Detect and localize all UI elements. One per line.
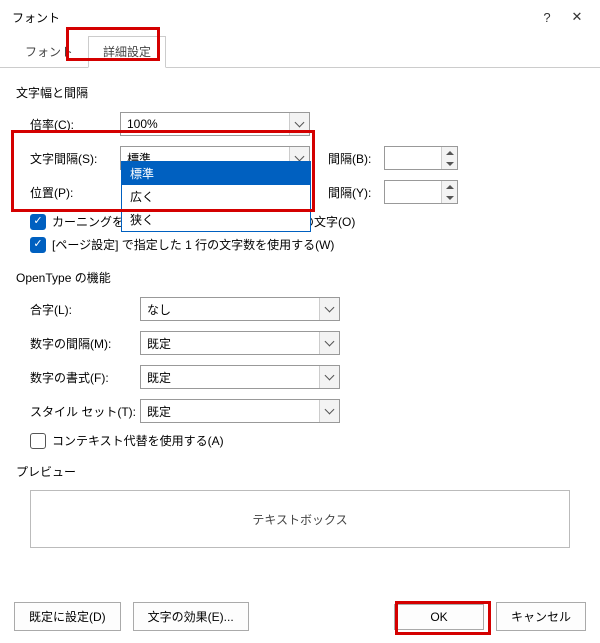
by1-input[interactable]: [385, 149, 441, 167]
ligatures-input[interactable]: [141, 300, 319, 318]
by2-label: 間隔(Y):: [328, 184, 384, 201]
spacing-label: 文字間隔(S):: [30, 150, 120, 167]
ligatures-combo[interactable]: [140, 297, 340, 321]
by2-down[interactable]: [442, 192, 457, 203]
cancel-button[interactable]: キャンセル: [496, 602, 586, 631]
chevron-down-icon: [295, 152, 305, 162]
tab-font[interactable]: フォント: [10, 36, 88, 67]
styleset-dropdown-button[interactable]: [319, 400, 339, 422]
ok-button[interactable]: OK: [394, 604, 484, 630]
by2-up[interactable]: [442, 181, 457, 192]
numspacing-input[interactable]: [141, 334, 319, 352]
by1-up[interactable]: [442, 147, 457, 158]
by2-input[interactable]: [385, 183, 441, 201]
contextual-label: コンテキスト代替を使用する(A): [52, 432, 224, 449]
preview-sample: テキストボックス: [252, 511, 347, 528]
grid-label: [ページ設定] で指定した 1 行の文字数を使用する(W): [52, 236, 334, 253]
contextual-checkbox[interactable]: [30, 433, 46, 449]
spacing-option-condensed[interactable]: 狭く: [122, 208, 310, 231]
numform-label: 数字の書式(F):: [30, 369, 140, 386]
help-button[interactable]: ?: [532, 10, 562, 25]
chevron-down-icon: [446, 162, 454, 166]
section-char-spacing-title: 文字幅と間隔: [16, 84, 584, 101]
numspacing-label: 数字の間隔(M):: [30, 335, 140, 352]
styleset-input[interactable]: [141, 402, 319, 420]
titlebar: フォント ? ✕: [0, 0, 600, 30]
scale-dropdown-button[interactable]: [289, 113, 309, 135]
by2-spin[interactable]: [384, 180, 458, 204]
chevron-down-icon: [446, 196, 454, 200]
scale-combo[interactable]: [120, 112, 310, 136]
dialog-title: フォント: [12, 9, 532, 26]
text-effects-button[interactable]: 文字の効果(E)...: [133, 602, 249, 631]
content-area: 文字幅と間隔 倍率(C): 文字間隔(S): 間隔(B): 位置(P): 間隔(…: [0, 68, 600, 562]
numform-input[interactable]: [141, 368, 319, 386]
tab-advanced[interactable]: 詳細設定: [88, 36, 166, 68]
by1-down[interactable]: [442, 158, 457, 169]
kerning-checkbox[interactable]: [30, 214, 46, 230]
ligatures-label: 合字(L):: [30, 301, 140, 318]
by1-label: 間隔(B):: [328, 150, 384, 167]
numspacing-dropdown-button[interactable]: [319, 332, 339, 354]
scale-input[interactable]: [121, 115, 289, 133]
chevron-down-icon: [295, 118, 305, 128]
chevron-up-icon: [446, 151, 454, 155]
spacing-dropdown-list[interactable]: 標準 広く 狭く: [121, 161, 311, 232]
set-default-button[interactable]: 既定に設定(D): [14, 602, 121, 631]
numform-combo[interactable]: [140, 365, 340, 389]
chevron-down-icon: [325, 303, 335, 313]
spacing-option-normal[interactable]: 標準: [122, 162, 310, 185]
section-opentype-title: OpenType の機能: [16, 269, 584, 286]
ligatures-dropdown-button[interactable]: [319, 298, 339, 320]
chevron-up-icon: [446, 185, 454, 189]
styleset-label: スタイル セット(T):: [30, 403, 140, 420]
close-button[interactable]: ✕: [562, 9, 592, 25]
grid-checkbox[interactable]: [30, 237, 46, 253]
numform-dropdown-button[interactable]: [319, 366, 339, 388]
tab-strip: フォント 詳細設定: [0, 30, 600, 68]
styleset-combo[interactable]: [140, 399, 340, 423]
chevron-down-icon: [325, 371, 335, 381]
position-label: 位置(P):: [30, 184, 120, 201]
chevron-down-icon: [325, 405, 335, 415]
chevron-down-icon: [325, 337, 335, 347]
footer: 既定に設定(D) 文字の効果(E)... OK キャンセル: [0, 592, 600, 643]
by1-spin[interactable]: [384, 146, 458, 170]
preview-box: テキストボックス: [30, 490, 570, 548]
scale-label: 倍率(C):: [30, 116, 120, 133]
spacing-option-expanded[interactable]: 広く: [122, 185, 310, 208]
numspacing-combo[interactable]: [140, 331, 340, 355]
preview-title: プレビュー: [16, 463, 584, 480]
